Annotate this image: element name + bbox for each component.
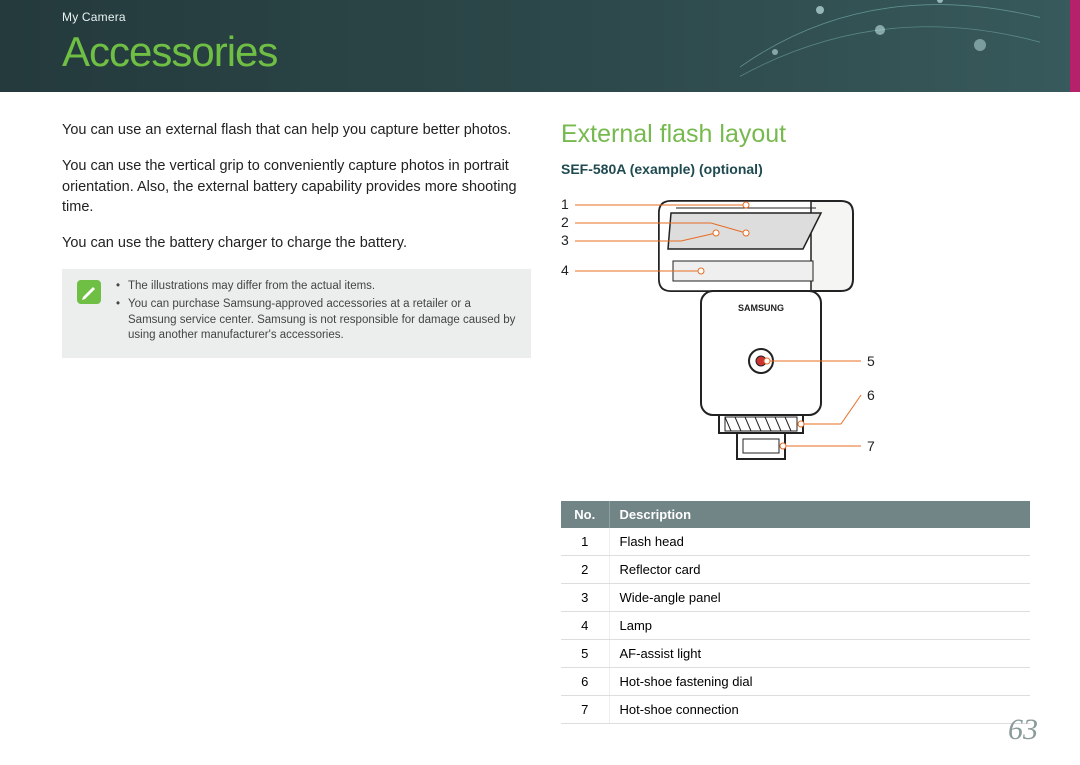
content-area: You can use an external flash that can h… — [0, 92, 1080, 724]
cell-desc: Reflector card — [609, 556, 1030, 584]
table-row: 2Reflector card — [561, 556, 1030, 584]
cell-desc: Wide-angle panel — [609, 584, 1030, 612]
note-box: The illustrations may differ from the ac… — [62, 269, 531, 357]
note-item: You can purchase Samsung-approved access… — [116, 297, 517, 344]
table-row: 3Wide-angle panel — [561, 584, 1030, 612]
cell-desc: Flash head — [609, 528, 1030, 556]
note-list: The illustrations may differ from the ac… — [116, 279, 517, 345]
cell-desc: AF-assist light — [609, 640, 1030, 668]
callout-3: 3 — [561, 232, 569, 248]
model-label: SEF-580A (example) (optional) — [561, 161, 1030, 177]
table-row: 1Flash head — [561, 528, 1030, 556]
device-brand-text: SAMSUNG — [738, 303, 784, 313]
pencil-note-icon — [76, 279, 102, 305]
cell-no: 3 — [561, 584, 609, 612]
intro-paragraph-2: You can use the vertical grip to conveni… — [62, 156, 531, 217]
cell-no: 1 — [561, 528, 609, 556]
callout-7: 7 — [867, 438, 875, 454]
intro-paragraph-3: You can use the battery charger to charg… — [62, 233, 531, 253]
cell-no: 4 — [561, 612, 609, 640]
callout-2: 2 — [561, 214, 569, 230]
page-title: Accessories — [62, 28, 1080, 76]
right-column: External flash layout SEF-580A (example)… — [561, 120, 1030, 724]
cell-desc: Hot-shoe connection — [609, 696, 1030, 724]
table-header-desc: Description — [609, 501, 1030, 528]
table-row: 4Lamp — [561, 612, 1030, 640]
breadcrumb: My Camera — [62, 10, 1080, 24]
callout-4: 4 — [561, 262, 569, 278]
table-row: 6Hot-shoe fastening dial — [561, 668, 1030, 696]
cell-no: 7 — [561, 696, 609, 724]
page-number: 63 — [1008, 713, 1038, 747]
section-heading: External flash layout — [561, 120, 1030, 149]
cell-desc: Hot-shoe fastening dial — [609, 668, 1030, 696]
note-item: The illustrations may differ from the ac… — [116, 279, 517, 295]
callout-1: 1 — [561, 196, 569, 212]
left-column: You can use an external flash that can h… — [62, 120, 531, 724]
cell-no: 6 — [561, 668, 609, 696]
table-row: 5AF-assist light — [561, 640, 1030, 668]
cell-desc: Lamp — [609, 612, 1030, 640]
flash-illustration: SAMSUNG — [561, 183, 1021, 483]
page-header: My Camera Accessories — [0, 0, 1080, 92]
parts-table: No. Description 1Flash head 2Reflector c… — [561, 501, 1030, 724]
cell-no: 2 — [561, 556, 609, 584]
table-row: 7Hot-shoe connection — [561, 696, 1030, 724]
flash-diagram: SAMSUNG — [561, 183, 1021, 483]
header-accent-bar — [1070, 0, 1080, 92]
callout-6: 6 — [867, 387, 875, 403]
table-header-no: No. — [561, 501, 609, 528]
callout-5: 5 — [867, 353, 875, 369]
intro-paragraph-1: You can use an external flash that can h… — [62, 120, 531, 140]
cell-no: 5 — [561, 640, 609, 668]
